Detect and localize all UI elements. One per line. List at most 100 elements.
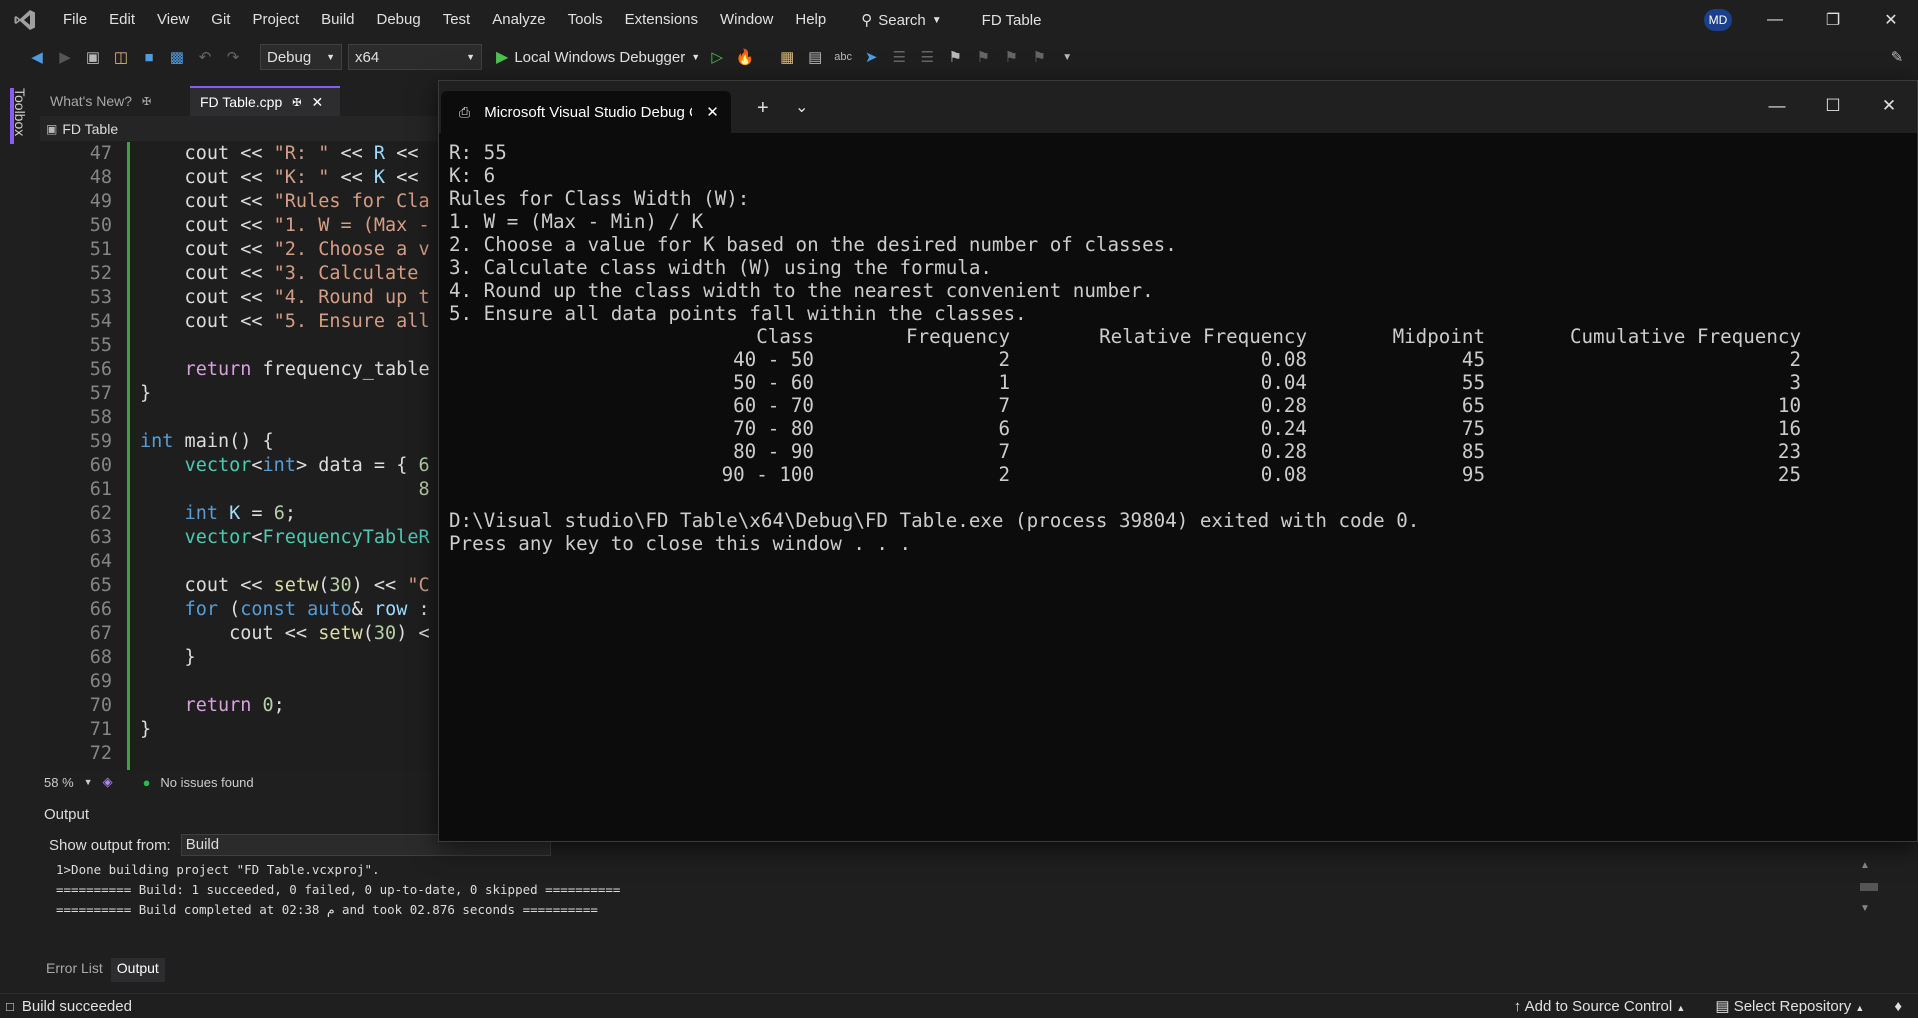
menu-project[interactable]: Project: [241, 0, 310, 40]
menu-window[interactable]: Window: [709, 0, 784, 40]
code-editor[interactable]: 47 cout << "R: " << R << 48 cout << "K: "…: [40, 142, 440, 770]
tab-output[interactable]: Output: [110, 958, 165, 982]
uncomment-icon[interactable]: ☰: [916, 46, 938, 68]
show-output-from-label: Show output from:: [49, 836, 171, 854]
output-scrollbar[interactable]: ▲ ▼: [1860, 860, 1878, 940]
new-project-icon[interactable]: ▣: [82, 46, 104, 68]
visual-studio-window: File Edit View Git Project Build Debug Test Anal…: [0, 0, 1918, 1018]
toolbar-overflow-icon[interactable]: ▼: [1056, 46, 1078, 68]
solution-explorer-icon[interactable]: ▦: [776, 46, 798, 68]
start-debugging-button[interactable]: ▶ Local Windows Debugger ▼: [496, 47, 700, 67]
pin-icon[interactable]: ✠: [292, 96, 301, 109]
menu-file[interactable]: File: [52, 0, 98, 40]
menu-tools[interactable]: Tools: [557, 0, 614, 40]
tab-error-list[interactable]: Error List: [40, 958, 109, 982]
console-tab[interactable]: ⎙ Microsoft Visual Studio Debug Console …: [441, 91, 731, 133]
chevron-down-icon: ▼: [691, 52, 701, 62]
table-cell: 6: [998, 417, 1010, 440]
pin-icon[interactable]: ✠: [142, 95, 151, 108]
navigate-back-icon[interactable]: ◀: [26, 46, 48, 68]
tab-whats-new[interactable]: What's New? ✠: [40, 86, 190, 116]
issues-status[interactable]: No issues found: [160, 775, 253, 790]
hot-reload-icon[interactable]: 🔥: [734, 46, 756, 68]
source-control-button[interactable]: ↑ Add to Source Control ▲: [1514, 998, 1686, 1015]
code-text: cout << "Rules for Cla: [140, 191, 430, 212]
table-cell: 85: [1461, 440, 1485, 463]
clear-bookmarks-icon[interactable]: ⚑: [1028, 46, 1050, 68]
open-folder-icon[interactable]: ◫: [110, 46, 132, 68]
code-text: 8: [418, 479, 430, 500]
visual-studio-logo-icon[interactable]: [10, 5, 40, 35]
scroll-up-icon[interactable]: ▲: [1860, 860, 1878, 871]
menu-edit[interactable]: Edit: [98, 0, 146, 40]
tab-dropdown-chevron-icon[interactable]: ⌄: [795, 97, 808, 117]
table-cell: 40 - 50: [733, 348, 814, 371]
console-close-button[interactable]: ✕: [1869, 91, 1909, 121]
configuration-select[interactable]: Debug ▼: [260, 44, 342, 70]
output-title: Output: [44, 806, 90, 823]
next-bookmark-icon[interactable]: ⚑: [1000, 46, 1022, 68]
toolbox-tab[interactable]: Toolbox: [10, 88, 28, 144]
table-cell: 7: [998, 440, 1010, 463]
zoom-level[interactable]: 58 %: [44, 775, 74, 790]
menu-debug[interactable]: Debug: [366, 0, 432, 40]
tab-fd-table-cpp[interactable]: FD Table.cpp ✠ ✕: [190, 86, 340, 116]
copilot-icon[interactable]: ◈: [103, 774, 113, 790]
table-cell: 16: [1777, 417, 1801, 440]
start-without-debugging-icon[interactable]: ▷: [706, 46, 728, 68]
layout-icon[interactable]: ▤: [804, 46, 826, 68]
menu-help[interactable]: Help: [784, 0, 837, 40]
close-button[interactable]: ✕: [1868, 0, 1914, 40]
save-icon[interactable]: ■: [138, 46, 160, 68]
console-output[interactable]: R: 55 K: 6 Rules for Class Width (W): 1. W …: [449, 141, 1909, 831]
console-minimize-button[interactable]: —: [1757, 91, 1797, 121]
spell-check-icon[interactable]: abc: [832, 46, 854, 68]
menu-test[interactable]: Test: [432, 0, 482, 40]
output-text[interactable]: 1>Done building project "FD Table.vcxpro…: [56, 860, 620, 920]
navigate-forward-icon[interactable]: ▶: [54, 46, 76, 68]
console-tab-title: Microsoft Visual Studio Debug Console: [484, 103, 692, 121]
undo-icon[interactable]: ↶: [194, 46, 216, 68]
select-repository-button[interactable]: ▤ Select Repository ▲: [1715, 997, 1864, 1015]
menu-git[interactable]: Git: [200, 0, 241, 40]
comment-icon[interactable]: ☰: [888, 46, 910, 68]
editor-status-bar: 58 % ▼ ◈ ● No issues found: [40, 770, 440, 794]
menu-analyze[interactable]: Analyze: [481, 0, 556, 40]
save-all-icon[interactable]: ▩: [166, 46, 188, 68]
redo-icon[interactable]: ↷: [222, 46, 244, 68]
search-box[interactable]: ⚲ Search ▼: [851, 11, 951, 30]
select-icon[interactable]: ➤: [860, 46, 882, 68]
code-text: vector<int> data = { 6: [184, 455, 430, 476]
new-tab-button[interactable]: +: [757, 97, 769, 120]
account-avatar[interactable]: MD: [1704, 9, 1732, 31]
line-number: 49: [89, 191, 112, 212]
chevron-down-icon[interactable]: ▼: [84, 777, 93, 787]
bookmark-icon[interactable]: ⚑: [944, 46, 966, 68]
console-line: Press any key to close this window . . .: [449, 532, 912, 555]
table-cell: 0.04: [1260, 371, 1307, 394]
code-text: return 0;: [184, 695, 285, 716]
notification-bell-icon[interactable]: ♦: [1894, 998, 1902, 1015]
code-text: cout << "K: " << K <<: [140, 167, 419, 188]
project-navigation-bar[interactable]: ▣ FD Table: [40, 116, 440, 141]
tab-label: What's New?: [50, 93, 133, 109]
code-text: int K = 6;: [184, 503, 296, 524]
menu-build[interactable]: Build: [310, 0, 365, 40]
table-header-cell: Cumulative Frequency: [1569, 325, 1801, 348]
menu-view[interactable]: View: [146, 0, 200, 40]
menu-extensions[interactable]: Extensions: [614, 0, 709, 40]
restore-button[interactable]: ❐: [1810, 0, 1856, 40]
table-cell: 3: [1789, 371, 1801, 394]
platform-select[interactable]: x64 ▼: [348, 44, 482, 70]
output-line: ========== Build: 1 succeeded, 0 failed,…: [56, 882, 621, 897]
feedback-icon[interactable]: ✎: [1886, 46, 1908, 68]
close-tab-icon[interactable]: ✕: [706, 103, 719, 121]
close-icon[interactable]: ✕: [311, 94, 323, 111]
minimize-button[interactable]: —: [1752, 0, 1798, 40]
line-number: 61: [89, 479, 112, 500]
scroll-thumb[interactable]: [1860, 883, 1878, 891]
console-maximize-button[interactable]: ☐: [1813, 91, 1853, 121]
prev-bookmark-icon[interactable]: ⚑: [972, 46, 994, 68]
code-text: }: [140, 719, 152, 740]
scroll-down-icon[interactable]: ▼: [1860, 903, 1878, 914]
